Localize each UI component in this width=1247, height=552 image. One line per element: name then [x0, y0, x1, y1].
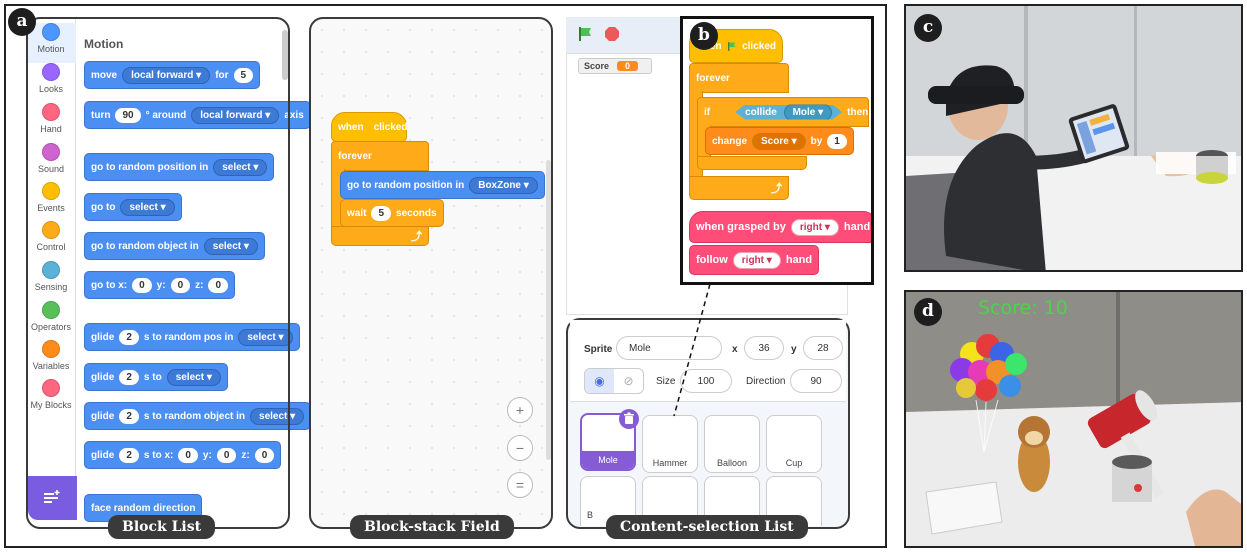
zoom-out-button[interactable]: − [507, 435, 533, 461]
block-text: hand [843, 221, 871, 233]
callout-if-bottom [697, 156, 807, 170]
score-monitor-label: Score [584, 61, 610, 71]
collide-target-dropdown[interactable]: Mole [784, 104, 833, 121]
block-text: forever [338, 150, 372, 162]
visibility-toggle[interactable]: ◉ ⊘ [584, 368, 644, 394]
direction-label: Direction [746, 376, 786, 387]
when-flag-clicked-block[interactable]: when clicked [331, 112, 407, 142]
block-text: hand [785, 254, 813, 266]
panel-badge-a: a [8, 8, 36, 36]
score-monitor: Score 0 [578, 58, 652, 74]
hand-side-dropdown[interactable]: right [790, 218, 839, 236]
sprite-label: Sprite [584, 344, 613, 355]
sprite-tile-cup[interactable]: Cup [766, 415, 822, 473]
loop-arrow-icon: ⤴ [771, 183, 782, 195]
collide-condition[interactable]: collide Mole [735, 105, 842, 120]
sprite-tile-label: Cup [785, 458, 803, 468]
figure-root: Motion Looks Hand Sound Events Control S… [0, 0, 1247, 552]
direction-value: 90 [810, 375, 822, 387]
callout-if-block[interactable]: if collide Mole then [697, 97, 869, 127]
direction-input[interactable]: 90 [790, 369, 842, 393]
green-flag-icon [727, 41, 735, 51]
go-to-random-position-block[interactable]: go to random position in BoxZone [340, 171, 545, 199]
callout-follow-block[interactable]: follow right hand [689, 245, 820, 275]
x-value: 36 [758, 342, 770, 354]
ar-score-display: Score: 10 [978, 297, 1068, 319]
block-text: clicked [373, 121, 408, 133]
ar-scene-illustration [906, 292, 1241, 546]
block-text: by [810, 135, 823, 147]
block-text: when [338, 121, 364, 133]
change-amount-input[interactable]: 1 [827, 133, 847, 149]
block-text: follow [696, 254, 728, 266]
sprite-tile-balloon[interactable]: Balloon [704, 415, 760, 473]
y-input[interactable]: 28 [803, 336, 843, 360]
content-selection-list-caption: Content-selection List [606, 515, 808, 539]
callout-when-grasped-block[interactable]: when grasped by right hand [689, 211, 871, 243]
block-text: if [704, 106, 711, 118]
zoom-reset-button[interactable]: = [507, 472, 533, 498]
block-list-panel [26, 17, 290, 529]
x-input[interactable]: 36 [744, 336, 784, 360]
callout-leader-line [673, 283, 711, 417]
variable-dropdown[interactable]: Score [752, 132, 806, 150]
field-scrollbar[interactable] [546, 160, 551, 460]
panel-badge-b: b [690, 22, 718, 50]
score-monitor-value: 0 [617, 61, 639, 71]
block-stack-field-caption: Block-stack Field [350, 515, 514, 539]
forever-block[interactable]: forever [331, 141, 429, 171]
sprite-tile-hammer[interactable]: Hammer [642, 415, 698, 473]
mole-figure [1018, 416, 1050, 492]
block-list-caption: Block List [108, 515, 216, 539]
block-text: wait [347, 207, 367, 219]
block-text: go to random position in [347, 179, 465, 191]
zoom-in-icon: + [515, 402, 525, 418]
wait-seconds-input[interactable]: 5 [371, 205, 392, 221]
stop-icon[interactable] [604, 26, 620, 42]
show-eye-icon[interactable]: ◉ [585, 369, 614, 393]
block-text: clicked [742, 40, 776, 52]
callout-forever-bottom: ⤴ [689, 176, 789, 200]
cup-figure [1112, 455, 1152, 502]
x-label: x [732, 344, 738, 355]
block-text: then [847, 106, 869, 118]
y-label: y [791, 344, 797, 355]
trash-icon [624, 412, 634, 424]
zoom-out-icon: − [515, 440, 525, 456]
photo-user-with-tablet [904, 4, 1243, 272]
green-flag-icon[interactable] [578, 26, 594, 42]
photo-ar-scene [904, 290, 1243, 548]
callout-change-score-block[interactable]: change Score by 1 [705, 127, 854, 155]
block-text: change [712, 135, 748, 147]
block-text: when grasped by [696, 221, 786, 233]
user-tablet-illustration [906, 6, 1241, 270]
delete-sprite-button[interactable] [619, 409, 639, 429]
sprite-tile-label: Mole [582, 451, 634, 469]
panel-badge-c: c [914, 14, 942, 42]
hide-eye-icon[interactable]: ⊘ [614, 369, 643, 393]
block-text: collide [745, 106, 777, 118]
y-value: 28 [817, 342, 829, 354]
panel-badge-d: d [914, 298, 942, 326]
hand-side-dropdown[interactable]: right [732, 251, 781, 269]
zoom-reset-icon: = [515, 477, 525, 493]
forever-block-bottom: ⤴ [331, 226, 429, 246]
callout-forever-block[interactable]: forever [689, 63, 789, 93]
block-text: forever [696, 72, 730, 84]
callout-zoom-panel: when clicked forever ⤴ if collide Mole t… [680, 16, 874, 285]
wait-block[interactable]: wait 5 seconds [340, 199, 444, 227]
block-text: seconds [396, 207, 437, 219]
sprite-tile-label: Hammer [652, 458, 688, 468]
loop-arrow-icon: ⤴ [411, 231, 422, 243]
zoom-in-button[interactable]: + [507, 397, 533, 423]
sprite-tile-label: Balloon [716, 458, 748, 468]
sprite-name-value: Mole [629, 342, 651, 354]
zone-dropdown[interactable]: BoxZone [469, 176, 538, 194]
